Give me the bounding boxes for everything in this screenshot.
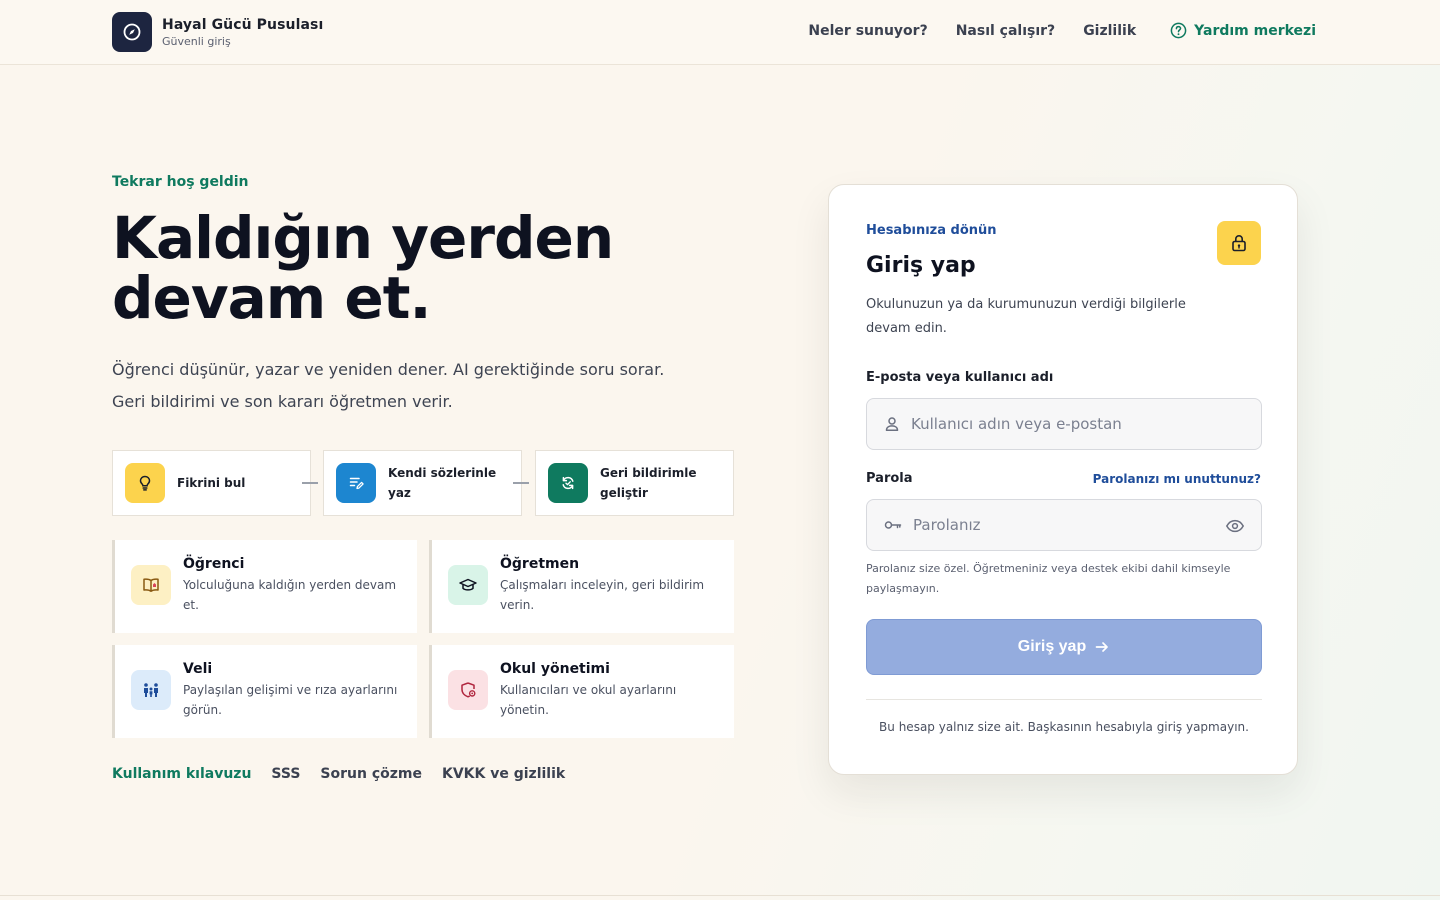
- account-note: Bu hesap yalnız size ait. Başkasının hes…: [879, 720, 1249, 734]
- role-card-student[interactable]: Öğrenci Yolculuğuna kaldığın yerden deva…: [112, 540, 417, 633]
- help-center-link[interactable]: Yardım merkezi: [1170, 22, 1316, 39]
- headline-line-1: Kaldığın yerden: [112, 204, 614, 272]
- card-divider: [866, 699, 1262, 700]
- lock-icon: [1217, 221, 1261, 265]
- password-input[interactable]: [913, 516, 1213, 534]
- role-card-parent[interactable]: Veli Paylaşılan gelişimi ve rıza ayarlar…: [112, 645, 417, 738]
- footer-links: Kullanım kılavuzu SSS Sorun çözme KVKK v…: [112, 766, 585, 782]
- login-eyebrow: Hesabınıza dönün: [866, 223, 997, 238]
- footer-link-kvkk-privacy[interactable]: KVKK ve gizlilik: [442, 766, 565, 782]
- forgot-password-link[interactable]: Parolanızı mı unuttunuz?: [1093, 472, 1261, 486]
- role-card-teacher[interactable]: Öğretmen Çalışmaları inceleyin, geri bil…: [429, 540, 734, 633]
- refresh-icon: [548, 463, 588, 503]
- footer-link-troubleshooting[interactable]: Sorun çözme: [320, 766, 422, 782]
- step-label: Geri bildirimle geliştir: [600, 466, 697, 500]
- help-circle-icon: [1170, 22, 1187, 39]
- brand-name: Hayal Gücü Pusulası: [162, 16, 324, 33]
- help-center-label: Yardım merkezi: [1194, 22, 1316, 39]
- password-field[interactable]: [866, 499, 1262, 551]
- step-improve: Geri bildirimle geliştir: [535, 450, 734, 516]
- login-card: Hesabınıza dönün Giriş yap Okulunuzun ya…: [828, 184, 1298, 775]
- nav-link-how-it-works[interactable]: Nasıl çalışır?: [956, 23, 1055, 39]
- hero-headline: Kaldığın yerden devam et.: [112, 208, 712, 328]
- show-password-icon[interactable]: [1225, 517, 1245, 535]
- headline-line-2: devam et.: [112, 264, 432, 332]
- step-connector: [513, 482, 529, 484]
- role-title: Öğrenci: [183, 556, 245, 572]
- main-nav: Neler sunuyor? Nasıl çalışır? Gizlilik Y…: [808, 22, 1316, 39]
- nav-link-features[interactable]: Neler sunuyor?: [808, 23, 927, 39]
- role-title: Öğretmen: [500, 556, 580, 572]
- graduation-cap-icon: [448, 565, 488, 605]
- nav-link-privacy[interactable]: Gizlilik: [1083, 23, 1136, 39]
- book-icon: [131, 565, 171, 605]
- key-icon: [884, 521, 902, 529]
- role-title: Veli: [183, 661, 213, 677]
- step-label: Kendi sözlerinle yaz: [388, 466, 497, 500]
- hero-lead: Öğrenci düşünür, yazar ve yeniden dener.…: [112, 360, 665, 411]
- login-title: Giriş yap: [866, 253, 976, 278]
- family-icon: [131, 670, 171, 710]
- footer-link-faq[interactable]: SSS: [271, 766, 300, 782]
- role-description: Kullanıcıları ve okul ayarlarını yönetin…: [500, 683, 677, 717]
- footer-link-user-guide[interactable]: Kullanım kılavuzu: [112, 766, 251, 782]
- page-bottom-divider: [0, 895, 1440, 896]
- brand[interactable]: Hayal Gücü Pusulası Güvenli giriş: [112, 12, 323, 52]
- write-icon: [336, 463, 376, 503]
- role-card-school-admin[interactable]: Okul yönetimi Kullanıcıları ve okul ayar…: [429, 645, 734, 738]
- hero-eyebrow: Tekrar hoş geldin: [112, 174, 249, 190]
- username-label: E-posta veya kullanıcı adı: [866, 370, 1054, 385]
- login-submit-button[interactable]: Giriş yap: [866, 619, 1262, 675]
- login-description: Okulunuzun ya da kurumunuzun verdiği bil…: [866, 297, 1186, 336]
- step-write: Kendi sözlerinle yaz: [323, 450, 522, 516]
- username-field[interactable]: [866, 398, 1262, 450]
- role-description: Çalışmaları inceleyin, geri bildirim ver…: [500, 578, 705, 612]
- password-hint: Parolanız size özel. Öğretmeniniz veya d…: [866, 562, 1231, 595]
- step-connector: [302, 482, 318, 484]
- role-description: Yolculuğuna kaldığın yerden devam et.: [183, 578, 397, 612]
- compass-icon: [112, 12, 152, 52]
- role-description: Paylaşılan gelişimi ve rıza ayarlarını g…: [183, 683, 398, 717]
- shield-icon: [448, 670, 488, 710]
- step-label: Fikrini bul: [177, 476, 246, 490]
- lightbulb-icon: [125, 463, 165, 503]
- step-find-idea: Fikrini bul: [112, 450, 311, 516]
- arrow-right-icon: [1095, 642, 1109, 652]
- user-icon: [885, 417, 899, 431]
- role-title: Okul yönetimi: [500, 661, 610, 677]
- process-steps: Fikrini bul Kendi sözlerinle yaz Geri bi…: [112, 450, 734, 516]
- password-label: Parola: [866, 471, 913, 486]
- brand-subtitle: Güvenli giriş: [162, 34, 231, 48]
- submit-label: Giriş yap: [1017, 638, 1087, 655]
- top-bar: Hayal Gücü Pusulası Güvenli giriş Neler …: [0, 0, 1440, 65]
- username-input[interactable]: [911, 415, 1211, 433]
